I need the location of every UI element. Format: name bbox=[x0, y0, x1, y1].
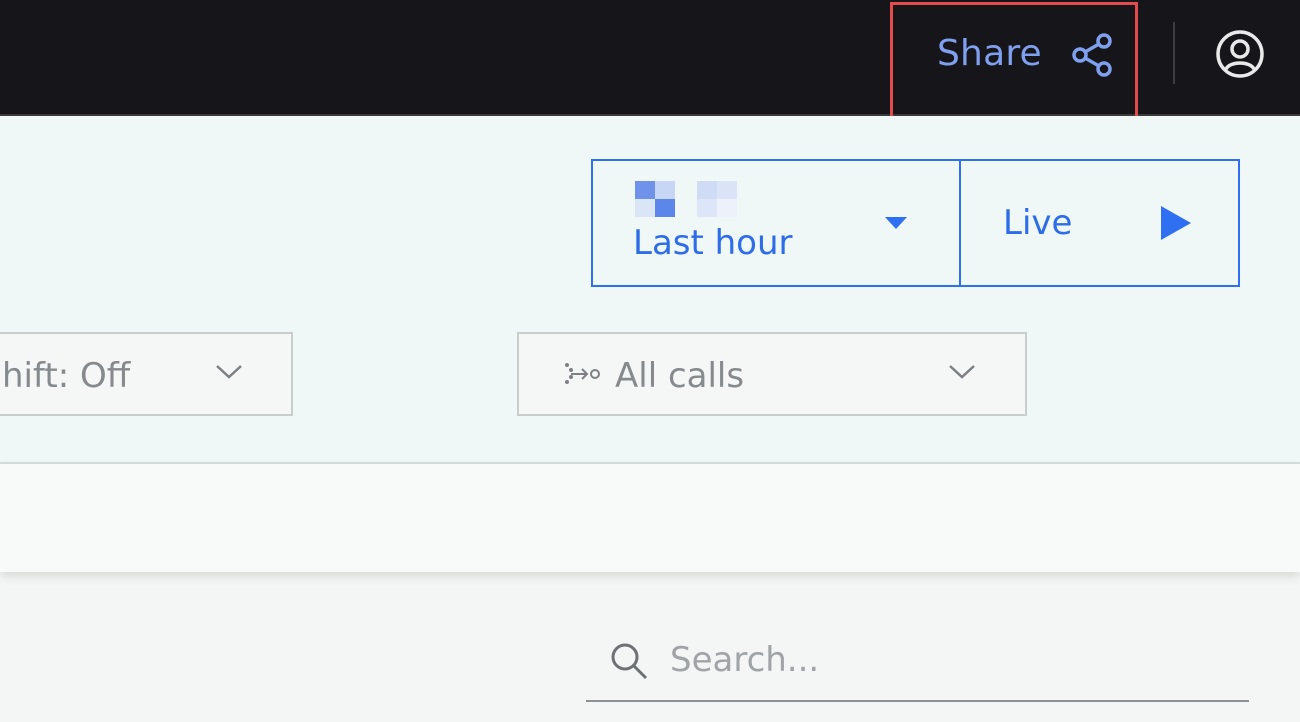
calls-filter-value: All calls bbox=[615, 356, 745, 396]
redacted-pixels bbox=[635, 181, 739, 217]
search-input[interactable] bbox=[668, 632, 1228, 688]
time-shift-select[interactable]: hift: Off bbox=[0, 332, 293, 416]
calls-icon bbox=[565, 363, 600, 384]
share-label: Share bbox=[937, 32, 1042, 74]
search-field[interactable] bbox=[586, 624, 1249, 702]
header-divider bbox=[1173, 22, 1175, 84]
caret-down-icon bbox=[885, 217, 907, 229]
chevron-down-icon bbox=[216, 365, 242, 379]
share-button[interactable]: Share bbox=[890, 2, 1138, 124]
user-avatar-icon[interactable] bbox=[1214, 28, 1266, 80]
play-icon bbox=[1161, 206, 1191, 240]
top-header: Share bbox=[0, 0, 1300, 124]
time-range-label: Last hour bbox=[633, 223, 793, 263]
share-icon bbox=[1072, 33, 1112, 77]
live-label: Live bbox=[1003, 203, 1073, 243]
content-band bbox=[0, 464, 1300, 572]
live-button[interactable]: Live bbox=[959, 159, 1240, 287]
search-icon bbox=[611, 643, 648, 680]
time-shift-value: hift: Off bbox=[2, 356, 131, 396]
filter-panel: Last hour Live hift: Off All calls bbox=[0, 116, 1300, 464]
time-range-selector[interactable]: Last hour bbox=[591, 159, 961, 287]
chevron-down-icon bbox=[949, 365, 975, 379]
calls-filter-select[interactable]: All calls bbox=[517, 332, 1027, 416]
